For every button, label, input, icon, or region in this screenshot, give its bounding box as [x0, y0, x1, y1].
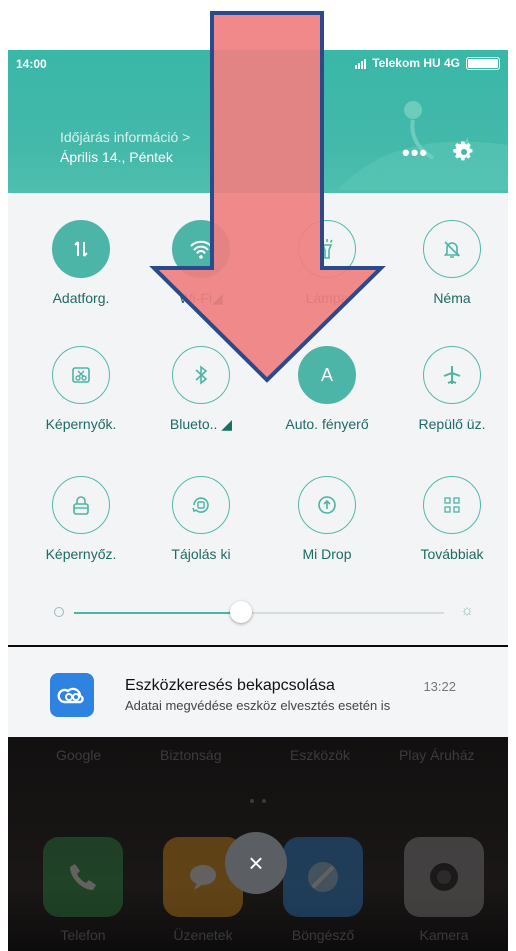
notification-header: 14:00 Telekom HU 4G Időjárás információ … [8, 50, 508, 193]
toggle-screen-lock[interactable]: Képernyőz. [26, 476, 136, 562]
folder-google: Google [56, 747, 102, 763]
more-options-button[interactable]: ••• [402, 140, 428, 166]
toggle-label: Repülő üz. [418, 416, 486, 432]
slider-fill [74, 612, 241, 614]
upload-icon [298, 476, 356, 534]
lock-icon [52, 476, 110, 534]
phone-screen: 14:00 Telekom HU 4G Időjárás információ … [8, 50, 508, 951]
flashlight-icon [298, 220, 356, 278]
toggle-rotation[interactable]: Tájolás ki [146, 476, 256, 562]
status-indicators: Telekom HU 4G [355, 56, 500, 70]
folder-tools: Eszközök [290, 747, 350, 763]
app-label-browser: Böngésző [291, 927, 355, 943]
app-label-phone: Telefon [60, 927, 106, 943]
toggle-mobile-data[interactable]: Adatforg. [26, 220, 136, 306]
toggle-label: Wi-Fi◢ [179, 290, 223, 306]
data-arrows-icon [52, 220, 110, 278]
folder-security: Biztonság [160, 747, 222, 763]
notification-body: Adatai megvédése eszköz elvesztés esetén… [125, 698, 391, 713]
grid-icon [423, 476, 481, 534]
toggle-label: Lámpa [305, 290, 349, 306]
toggle-label: Adatforg. [52, 290, 110, 306]
toggle-label: Képernyők. [45, 416, 117, 432]
settings-gear-icon[interactable] [452, 140, 476, 164]
app-label-camera: Kamera [419, 927, 469, 943]
cloud-icon [50, 673, 94, 717]
brightness-high-icon: ☼ [460, 602, 474, 619]
quick-settings-panel: Adatforg. Wi-Fi◢ Lámpa Néma Képernyők. B… [8, 193, 508, 645]
toggle-airplane[interactable]: Repülő üz. [397, 346, 507, 432]
page-indicator [250, 799, 266, 803]
toggle-label: Néma [433, 290, 471, 306]
screenshot-icon [52, 346, 110, 404]
app-label-messages: Üzenetek [173, 927, 233, 943]
close-button[interactable]: × [225, 832, 287, 894]
toggle-label: Blueto.. ◢ [169, 416, 233, 432]
battery-icon [466, 56, 500, 70]
toggle-label: Auto. fényerő [285, 416, 369, 432]
camera-app-icon [404, 837, 484, 917]
carrier-label: Telekom HU 4G [372, 56, 460, 70]
signal-icon [355, 58, 367, 69]
toggle-label: Mi Drop [302, 546, 352, 562]
auto-brightness-icon: A [298, 346, 356, 404]
date-label: Április 14., Péntek [60, 149, 173, 165]
brightness-low-icon [54, 607, 64, 617]
toggle-mi-drop[interactable]: Mi Drop [272, 476, 382, 562]
notification-time: 13:22 [423, 679, 456, 694]
weather-info-link[interactable]: Időjárás információ > [60, 129, 190, 145]
phone-app-icon [43, 837, 123, 917]
browser-app-icon [283, 837, 363, 917]
rotation-icon [172, 476, 230, 534]
toggle-silent[interactable]: Néma [397, 220, 507, 306]
wifi-icon [172, 220, 230, 278]
status-time: 14:00 [16, 57, 47, 71]
toggle-flashlight[interactable]: Lámpa [272, 220, 382, 306]
toggle-label: Tájolás ki [171, 546, 231, 562]
slider-knob[interactable] [229, 601, 252, 623]
toggle-bluetooth[interactable]: Blueto.. ◢ [146, 346, 256, 433]
toggle-more[interactable]: Továbbiak [397, 476, 507, 562]
notification-title: Eszközkeresés bekapcsolása [125, 677, 335, 694]
toggle-label: Képernyőz. [45, 546, 117, 562]
airplane-icon [423, 346, 481, 404]
bluetooth-icon [172, 346, 230, 404]
toggle-auto-brightness[interactable]: A Auto. fényerő [272, 346, 382, 432]
toggle-wifi[interactable]: Wi-Fi◢ [146, 220, 256, 307]
bell-off-icon [423, 220, 481, 278]
notification-card[interactable]: Eszközkeresés bekapcsolása 13:22 Adatai … [8, 647, 508, 737]
toggle-label: Továbbiak [420, 546, 484, 562]
folder-play-store: Play Áruház [399, 747, 475, 763]
brightness-slider[interactable]: ☼ [54, 601, 474, 625]
toggle-screenshot[interactable]: Képernyők. [26, 346, 136, 432]
